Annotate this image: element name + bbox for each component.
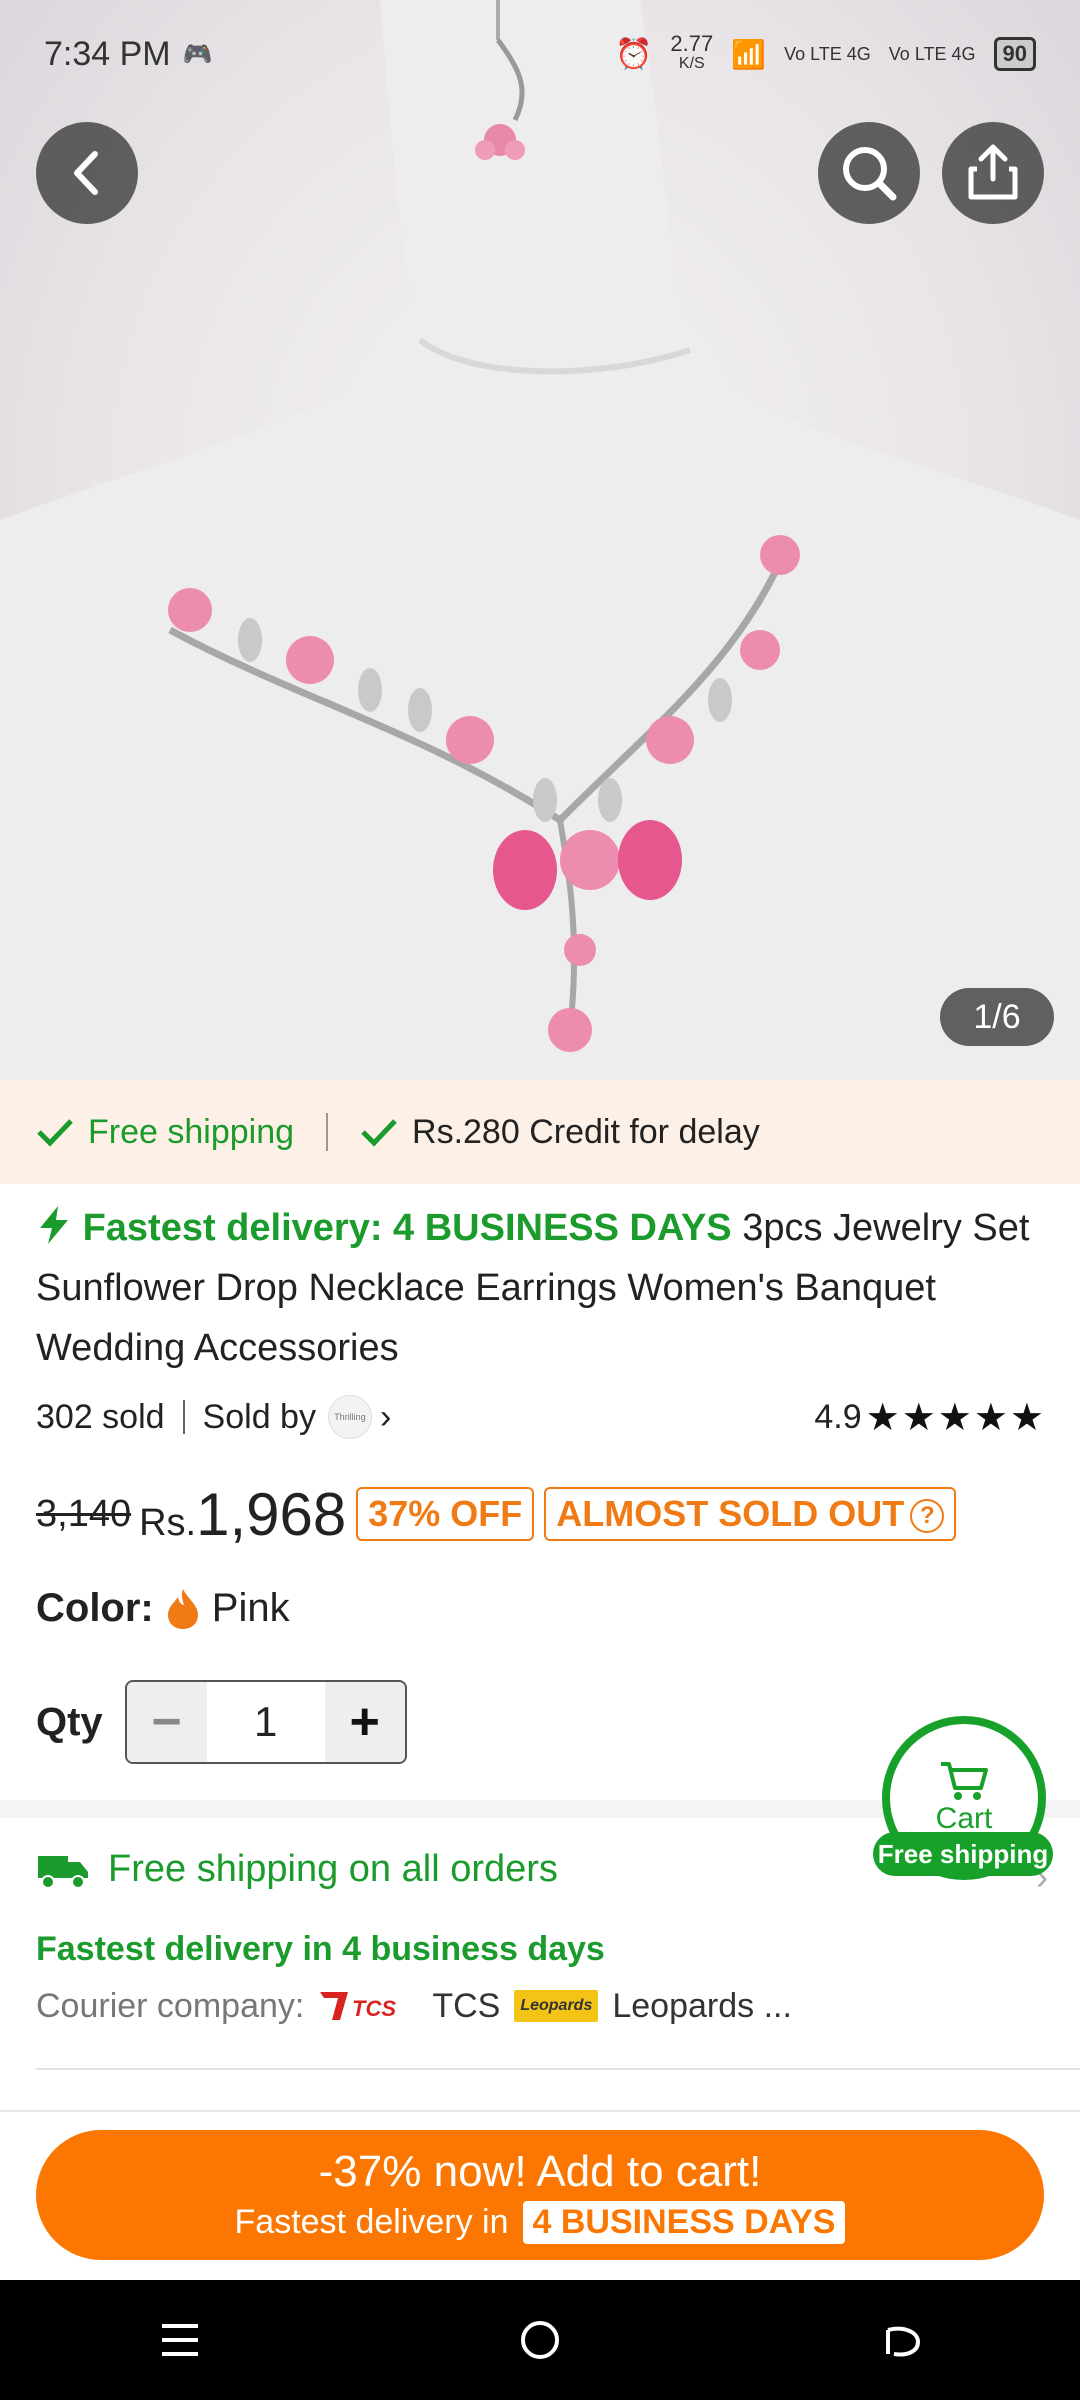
battery-icon: 90	[993, 37, 1036, 71]
current-price: Rs.1,968	[139, 1480, 347, 1548]
chevron-right-icon: ›	[379, 1397, 392, 1436]
chevron-left-icon	[74, 151, 98, 195]
meta-divider	[182, 1400, 185, 1434]
rating[interactable]: 4.9 ★★★★★	[814, 1395, 1046, 1440]
quantity-value[interactable]: 1	[207, 1682, 325, 1762]
delay-credit-badge: Rs.280 Credit for delay	[360, 1113, 760, 1152]
qty-label: Qty	[36, 1699, 103, 1744]
system-nav-bar	[0, 2280, 1080, 2400]
menu-icon[interactable]	[158, 2318, 202, 2362]
game-icon: 🎮	[182, 40, 213, 68]
sold-by-link[interactable]: Sold by Thrilling ›	[203, 1395, 392, 1439]
strip-divider	[326, 1113, 329, 1151]
cta-subline: Fastest delivery in 4 BUSINESS DAYS	[235, 2200, 846, 2244]
back-nav-icon[interactable]	[878, 2318, 922, 2362]
seller-logo: Thrilling	[327, 1395, 372, 1439]
quantity-stepper[interactable]: − 1 +	[124, 1680, 407, 1764]
sticky-divider	[0, 2110, 1080, 2112]
quantity-row: Qty − 1 +	[36, 1680, 407, 1764]
status-bar: 7:34 PM 🎮 ⏰ 2.77 K/S 📶 Vo LTE 4G Vo LTE …	[0, 0, 1080, 108]
net-speed: 2.77 K/S	[670, 31, 714, 73]
svg-text:TCS: TCS	[352, 1996, 396, 2021]
flame-icon	[167, 1588, 198, 1629]
color-value: Pink	[211, 1586, 290, 1630]
check-icon	[37, 1119, 73, 1147]
sim1-signal: Vo LTE 4G	[784, 43, 871, 64]
rating-value: 4.9	[814, 1397, 862, 1436]
home-icon[interactable]	[518, 2318, 562, 2362]
courier-leopards: Leopards ...	[612, 1986, 792, 2025]
courier-label: Courier company:	[36, 1986, 305, 2025]
free-shipping-headline: Free shipping on all orders	[108, 1848, 558, 1890]
sim2-signal: Vo LTE 4G	[888, 43, 976, 64]
image-counter: 1/6	[940, 988, 1054, 1046]
share-icon	[968, 144, 1018, 200]
cart-free-shipping-badge: Free shipping	[873, 1832, 1053, 1876]
free-shipping-badge: Free shipping	[36, 1113, 294, 1152]
increase-button[interactable]: +	[324, 1682, 405, 1762]
business-days-pill: 4 BUSINESS DAYS	[522, 2200, 846, 2244]
shipping-info-link[interactable]: Free shipping on all orders	[36, 1848, 558, 1891]
original-price: 3,140	[36, 1492, 132, 1535]
leopards-logo-icon: Leopards	[514, 1990, 599, 2022]
product-image[interactable]: 7:34 PM 🎮 ⏰ 2.77 K/S 📶 Vo LTE 4G Vo LTE …	[0, 0, 1080, 1080]
help-icon: ?	[910, 1499, 945, 1534]
courier-tcs: TCS	[432, 1986, 501, 2025]
price-row: 3,140 Rs.1,968 37% OFF ALMOST SOLD OUT?	[36, 1474, 957, 1554]
status-time: 7:34 PM	[44, 34, 171, 73]
lightning-icon	[40, 1206, 68, 1244]
sold-count: 302 sold	[36, 1397, 165, 1436]
color-label: Color:	[36, 1586, 154, 1630]
fastest-delivery-info: Fastest delivery in 4 business days	[36, 1930, 605, 1968]
search-icon	[843, 147, 897, 201]
product-title: Fastest delivery: 4 BUSINESS DAYS 3pcs J…	[36, 1198, 1046, 1378]
check-icon	[361, 1119, 397, 1147]
cart-icon	[941, 1762, 988, 1800]
add-to-cart-button[interactable]: -37% now! Add to cart! Fastest delivery …	[36, 2130, 1044, 2260]
courier-row: Courier company: TCS TCS Leopards Leopar…	[36, 1986, 792, 2026]
cart-label: Cart	[935, 1802, 993, 1835]
discount-badge: 37% OFF	[356, 1487, 535, 1541]
row-divider	[36, 2068, 1080, 2070]
truck-icon	[38, 1855, 88, 1889]
share-button[interactable]	[942, 122, 1044, 224]
shipping-strip[interactable]: Free shipping Rs.280 Credit for delay	[0, 1080, 1080, 1184]
color-selector[interactable]: Color: Pink	[36, 1586, 290, 1631]
fastest-delivery-label: Fastest delivery: 4 BUSINESS DAYS	[82, 1207, 732, 1249]
decrease-button[interactable]: −	[126, 1682, 207, 1762]
alarm-icon: ⏰	[615, 37, 653, 71]
search-button[interactable]	[818, 122, 920, 224]
product-meta: 302 sold Sold by Thrilling › 4.9 ★★★★★	[36, 1392, 1046, 1442]
star-icons: ★★★★★	[865, 1396, 1046, 1439]
cta-headline: -37% now! Add to cart!	[318, 2146, 762, 2196]
wifi-icon: 📶	[731, 38, 767, 70]
almost-sold-out-badge[interactable]: ALMOST SOLD OUT?	[544, 1487, 957, 1541]
tcs-logo-icon: TCS	[320, 1992, 397, 2021]
back-button[interactable]	[36, 122, 138, 224]
